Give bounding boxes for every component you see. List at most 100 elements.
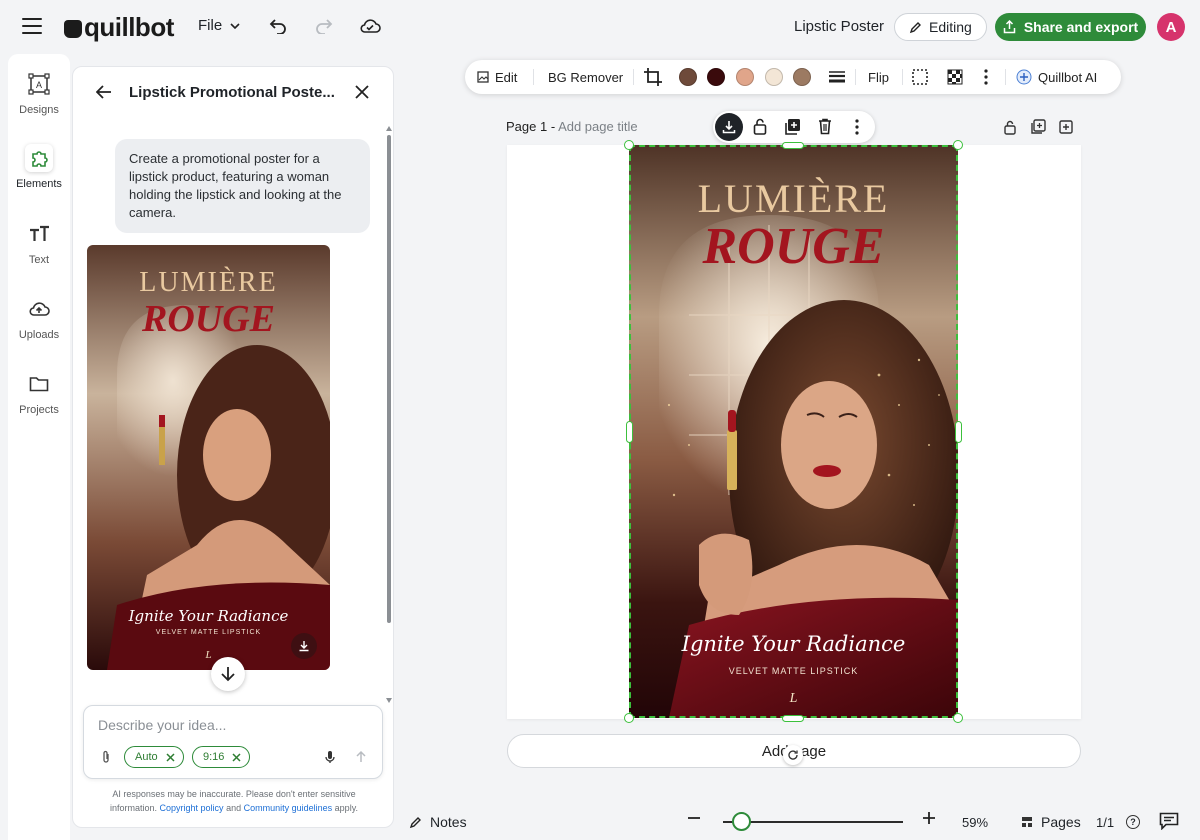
flip-label: Flip [868, 69, 889, 85]
duplicate-icon[interactable] [783, 118, 801, 136]
chip-remove-icon[interactable] [232, 752, 241, 762]
menu-icon[interactable] [22, 18, 42, 34]
ai-disclaimer: AI responses may be inaccurate. Please d… [91, 787, 377, 815]
cloud-upload-icon [25, 295, 53, 323]
delete-icon[interactable] [818, 118, 832, 135]
zoom-slider-knob[interactable] [732, 812, 751, 831]
transparency-icon [947, 69, 963, 85]
poster-tagline: Ignite Your Radiance [681, 632, 906, 656]
editing-mode-button[interactable]: Editing [894, 13, 987, 41]
document-title[interactable]: Lipstic Poster [794, 18, 884, 35]
cloud-saved-icon[interactable] [359, 15, 381, 37]
logo-text: quillbot [84, 12, 174, 42]
pages-label: Pages [1041, 814, 1081, 830]
resize-handle-left[interactable] [626, 421, 633, 443]
rail-item-projects[interactable]: Projects [8, 370, 70, 416]
color-swatch-4[interactable] [765, 68, 783, 86]
color-swatch-2[interactable] [707, 68, 725, 86]
element-toolbar: Edit BG Remover Flip Quillbot AI [465, 60, 1121, 94]
poster-title: LUMIÈRE [697, 176, 890, 221]
line-weight-tool[interactable] [828, 60, 846, 94]
prompt-box: Auto 9:16 [83, 705, 383, 779]
svg-text:A: A [36, 80, 42, 90]
chip-remove-icon[interactable] [166, 752, 175, 762]
scrollbar-thumb[interactable] [387, 135, 391, 623]
resize-handle-bottom-right[interactable] [953, 713, 963, 723]
edit-tool[interactable]: Edit [477, 60, 517, 94]
comments-icon[interactable] [1159, 812, 1179, 830]
help-icon[interactable]: ? [1126, 815, 1140, 829]
chip-aspect-ratio[interactable]: 9:16 [192, 746, 251, 768]
add-page-icon[interactable] [1058, 119, 1074, 135]
transparency-tool[interactable] [947, 60, 963, 94]
rail-item-designs[interactable]: A Designs [8, 70, 70, 116]
pencil-icon [409, 816, 421, 828]
share-icon [1003, 20, 1016, 34]
elements-icon [25, 144, 53, 172]
chat-scrollbar[interactable] [386, 126, 392, 707]
resize-handle-bottom[interactable] [782, 715, 804, 722]
pages-button[interactable]: Pages [1021, 814, 1081, 830]
page-title-input[interactable]: Add page title [558, 119, 638, 134]
resize-handle-right[interactable] [955, 421, 962, 443]
rail-label-projects: Projects [19, 404, 59, 416]
rail-label-uploads: Uploads [18, 329, 60, 341]
prompt-input[interactable] [98, 717, 368, 733]
download-icon [722, 121, 736, 134]
lock-page-icon[interactable] [1002, 119, 1018, 135]
quillbot-ai-button[interactable]: Quillbot AI [1016, 60, 1097, 94]
rotate-icon [788, 750, 798, 760]
undo-icon[interactable] [267, 15, 289, 37]
download-image-button[interactable] [291, 633, 317, 659]
arrow-down-icon [221, 667, 235, 682]
more-vertical-icon[interactable] [855, 119, 859, 135]
close-icon[interactable] [355, 85, 369, 99]
share-export-button[interactable]: Share and export [995, 13, 1146, 41]
border-style-tool[interactable] [912, 60, 928, 94]
line-weight-icon [829, 71, 845, 83]
notes-button[interactable]: Notes [409, 814, 467, 830]
color-swatch-3[interactable] [736, 68, 754, 86]
folder-icon [25, 370, 53, 398]
more-options-button[interactable] [984, 60, 988, 94]
download-element-button[interactable] [715, 113, 743, 141]
toolbar-divider [533, 69, 534, 85]
redo-icon[interactable] [313, 15, 335, 37]
attach-icon[interactable] [101, 750, 111, 764]
generated-image-thumbnail[interactable]: LUMIÈRE ROUGE Ignite Your Radiance VELVE… [87, 245, 330, 670]
community-guidelines-link[interactable]: Community guidelines [244, 803, 333, 813]
pages-icon [1022, 817, 1032, 827]
resize-handle-top-left[interactable] [624, 140, 634, 150]
color-swatch-1[interactable] [679, 68, 697, 86]
crop-icon [644, 68, 662, 86]
crop-tool[interactable] [643, 60, 663, 94]
rail-item-text[interactable]: Text [8, 220, 70, 266]
file-menu[interactable]: File [198, 17, 240, 34]
rotate-handle[interactable] [783, 745, 803, 765]
quillbot-logo[interactable]: quillbot [64, 12, 174, 43]
thumbnail-tagline: Ignite Your Radiance [128, 607, 289, 625]
chip-auto[interactable]: Auto [124, 746, 184, 768]
zoom-out-icon[interactable] [687, 811, 701, 825]
poster-image[interactable]: LUMIÈRE ROUGE Ignite Your Radiance VELVE… [629, 145, 958, 718]
scroll-to-bottom-button[interactable] [211, 657, 245, 691]
send-icon[interactable] [356, 750, 366, 763]
resize-handle-bottom-left[interactable] [624, 713, 634, 723]
user-avatar[interactable]: A [1157, 13, 1185, 41]
bg-remover-label: BG Remover [548, 69, 624, 85]
duplicate-page-icon[interactable] [1030, 119, 1046, 135]
lock-icon[interactable] [753, 118, 767, 135]
flip-tool[interactable]: Flip [868, 60, 889, 94]
microphone-icon[interactable] [325, 750, 335, 764]
chevron-down-icon [230, 22, 240, 29]
color-swatch-5[interactable] [793, 68, 811, 86]
copyright-policy-link[interactable]: Copyright policy [160, 803, 224, 813]
zoom-value[interactable]: 59% [962, 815, 988, 830]
resize-handle-top[interactable] [782, 142, 804, 149]
bg-remover-tool[interactable]: BG Remover [548, 60, 623, 94]
back-arrow-icon[interactable] [96, 85, 112, 99]
rail-item-uploads[interactable]: Uploads [8, 295, 70, 341]
zoom-in-icon[interactable] [922, 811, 936, 825]
rail-item-elements[interactable]: Elements [8, 144, 70, 190]
resize-handle-top-right[interactable] [953, 140, 963, 150]
